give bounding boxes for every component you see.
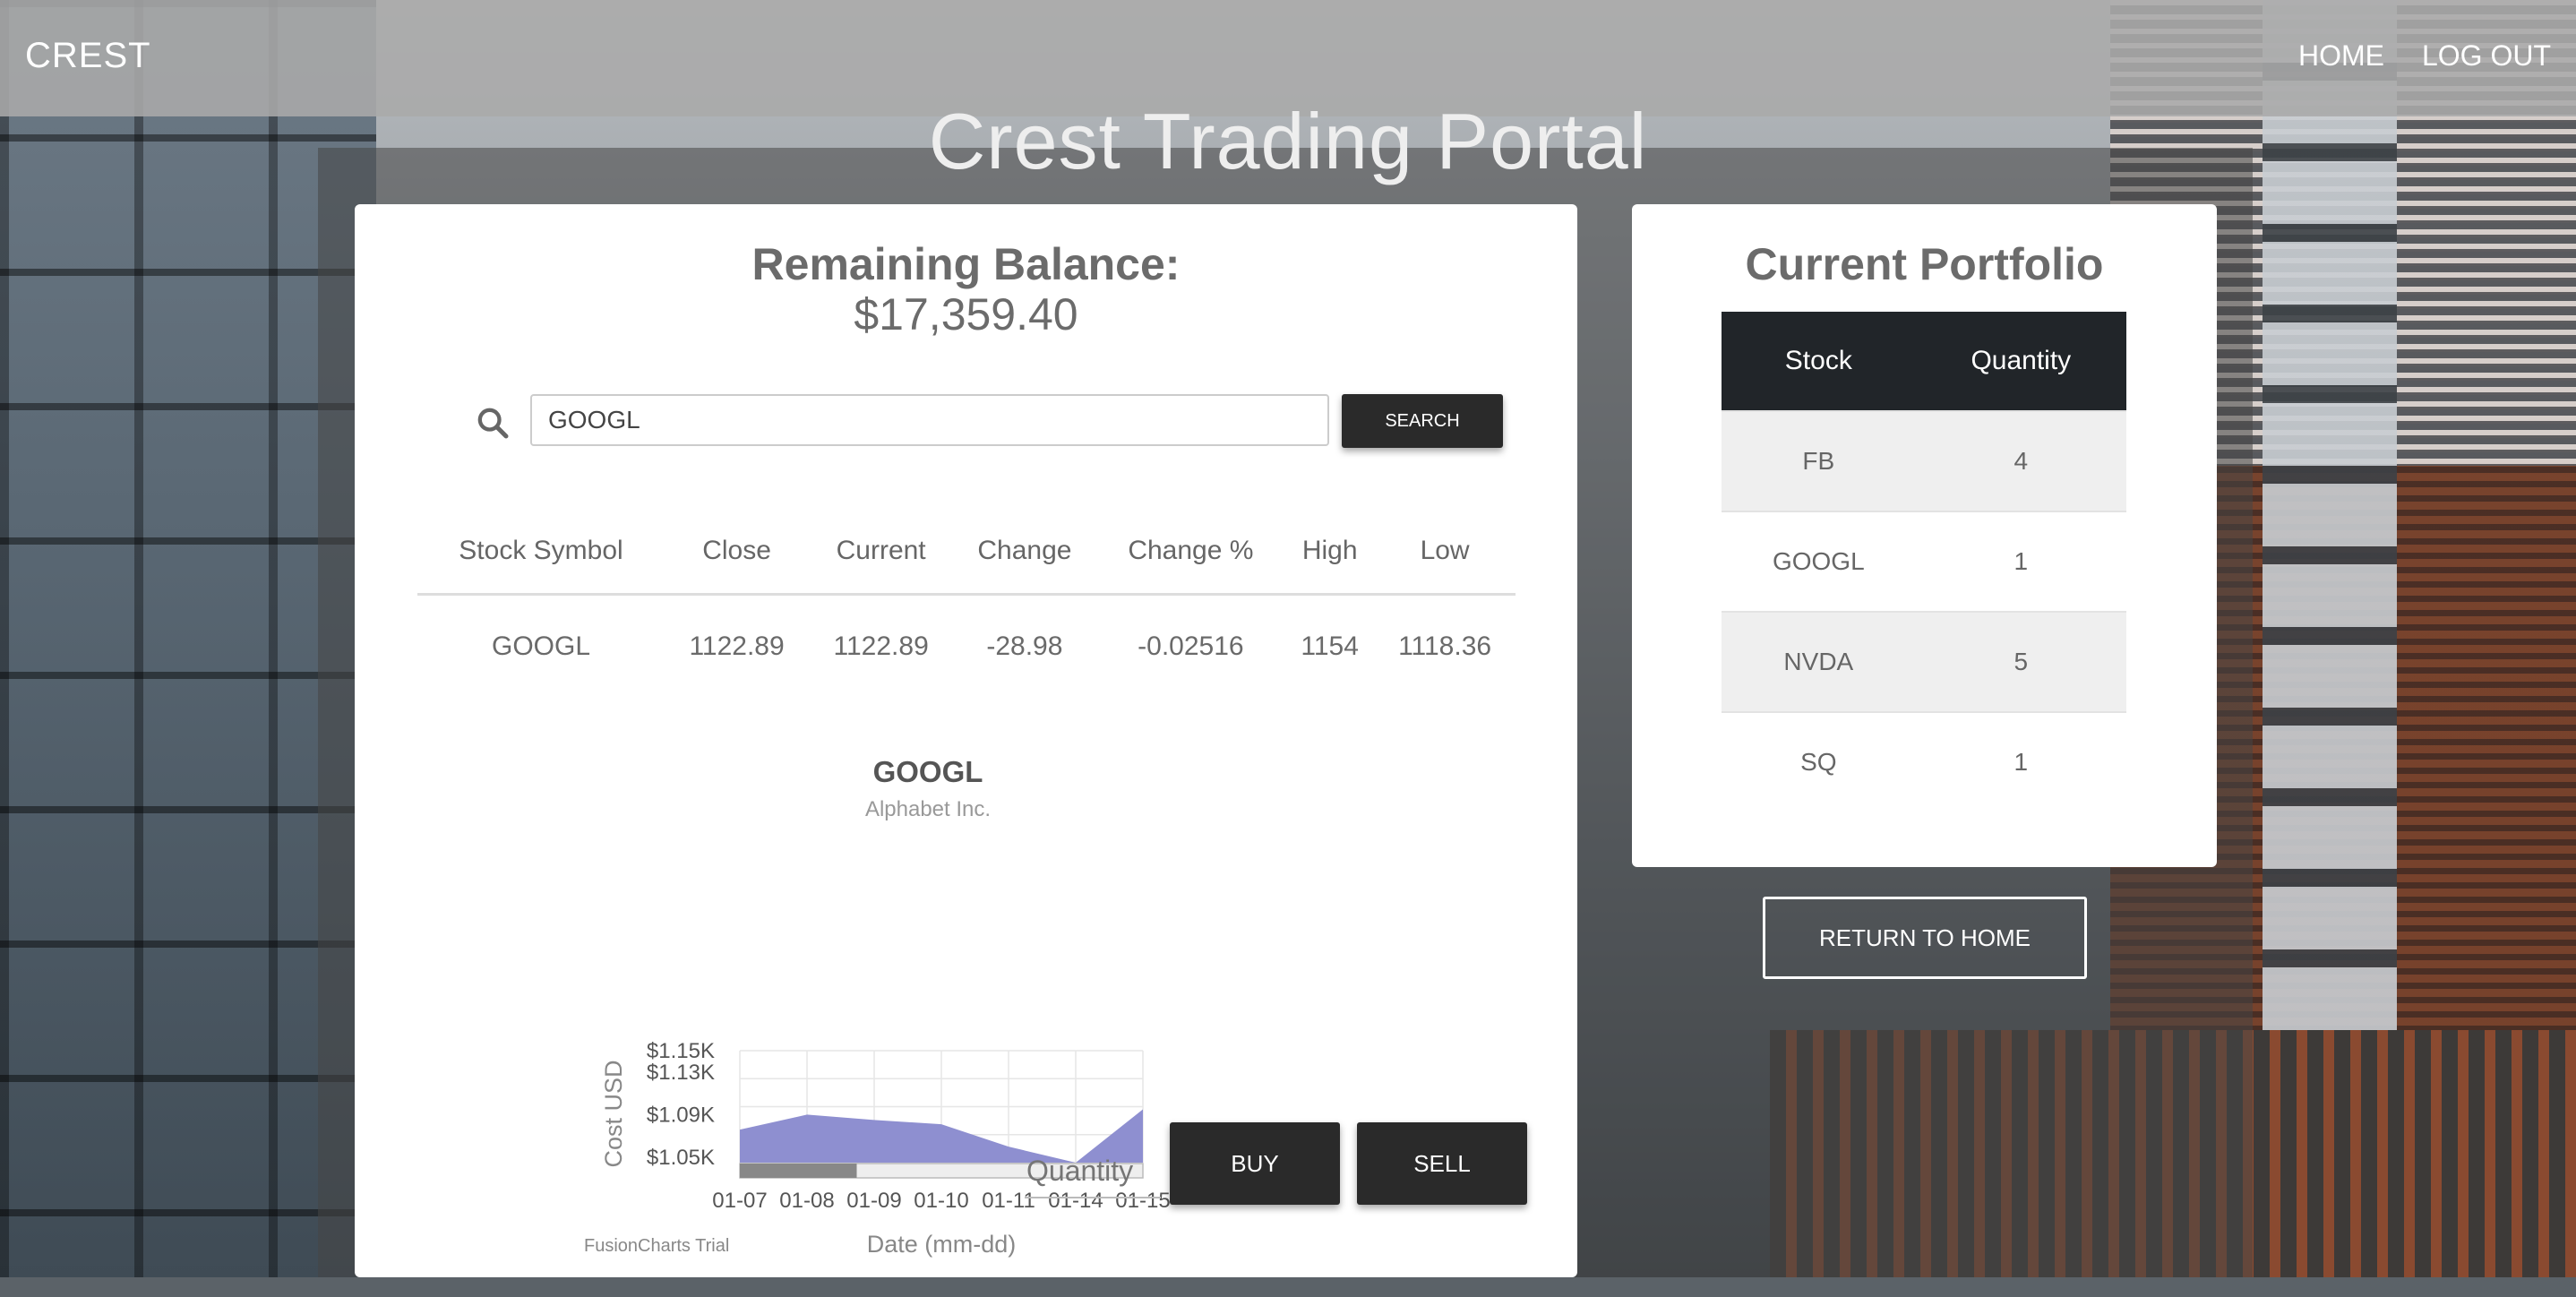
cell-stock: GOOGL (1722, 511, 1916, 612)
y-tick-label: $1.13K (647, 1061, 715, 1085)
column-header: Stock Symbol (417, 509, 665, 596)
cell-close: 1122.89 (689, 631, 785, 661)
chart-watermark: FusionCharts Trial (584, 1236, 730, 1256)
cell-quantity: 1 (1915, 711, 2126, 812)
cell-quantity: 1 (1915, 511, 2126, 612)
x-tick-label: 01-09 (846, 1189, 901, 1213)
column-header: Change (953, 509, 1096, 596)
nav-home-link[interactable]: HOME (2298, 39, 2384, 73)
balance-title: Remaining Balance: (751, 239, 1181, 289)
brand-logo[interactable]: CREST (25, 36, 151, 76)
column-header: Low (1374, 509, 1516, 596)
table-row: FB 4 (1722, 410, 2126, 511)
cell-quantity: 5 (1915, 611, 2126, 712)
cell-stock: FB (1722, 410, 1916, 511)
cell-quantity: 4 (1915, 410, 2126, 511)
sell-button[interactable]: SELL (1357, 1122, 1527, 1205)
portfolio-table: Stock Quantity FB 4 GOOGL 1 NVDA 5 SQ 1 (1722, 312, 2126, 812)
stock-quote-table: Stock Symbol Close Current Change Change… (417, 509, 1516, 698)
y-tick-label: $1.09K (647, 1103, 715, 1127)
table-header-row: Stock Symbol Close Current Change Change… (417, 509, 1516, 596)
table-row: GOOGL 1 (1722, 511, 2126, 612)
trading-card: Remaining Balance: $17,359.40 SEARCH Sto… (355, 204, 1577, 1277)
cell-change: -28.98 (986, 631, 1063, 661)
table-row: NVDA 5 (1722, 611, 2126, 712)
column-header: High (1285, 509, 1375, 596)
x-axis-title: Date (mm-dd) (867, 1231, 1017, 1258)
column-header: Change % (1095, 509, 1286, 596)
nav-links: HOME LOG OUT (2298, 39, 2551, 73)
search-input[interactable] (530, 394, 1329, 446)
portfolio-header-row: Stock Quantity (1722, 312, 2126, 411)
return-home-button[interactable]: RETURN TO HOME (1763, 897, 2087, 979)
balance-value: $17,359.40 (854, 289, 1078, 339)
portfolio-card: Current Portfolio Stock Quantity FB 4 GO… (1632, 204, 2217, 867)
x-tick-label: 01-07 (712, 1189, 767, 1213)
search-icon (477, 408, 509, 439)
column-header-quantity: Quantity (1915, 312, 2126, 411)
table-row: SQ 1 (1722, 711, 2126, 812)
portfolio-title: Current Portfolio (1745, 239, 2104, 289)
buy-button[interactable]: BUY (1170, 1122, 1340, 1205)
nav-logout-link[interactable]: LOG OUT (2422, 39, 2551, 73)
column-header-stock: Stock (1722, 312, 1916, 411)
x-tick-label: 01-10 (914, 1189, 968, 1213)
cell-low: 1118.36 (1398, 631, 1492, 661)
search-button[interactable]: SEARCH (1342, 394, 1503, 448)
y-axis-title: Cost USD (600, 1060, 627, 1167)
cell-stock: SQ (1722, 711, 1916, 812)
cell-stock: NVDA (1722, 611, 1916, 712)
column-header: Current (809, 509, 954, 596)
cell-current: 1122.89 (833, 631, 929, 661)
table-row: GOOGL 1122.89 1122.89 -28.98 -0.02516 11… (417, 595, 1516, 699)
chart-scrollbar-thumb (740, 1164, 857, 1178)
cell-symbol: GOOGL (491, 631, 591, 661)
stock-chart: GOOGL Alphabet Inc. $1.15K $1.13K $1.09K $1… (570, 742, 1286, 1297)
chart-plot[interactable]: $1.15K$1.13K$1.09K$1.05K01-07 01-08 01-09 0… (570, 742, 1286, 1297)
column-header: Close (665, 509, 810, 596)
x-tick-label: 01-08 (779, 1189, 834, 1213)
page-title: Crest Trading Portal (928, 97, 1648, 185)
cell-high: 1154 (1301, 631, 1359, 661)
cell-change-percent: -0.02516 (1138, 631, 1244, 661)
y-tick-label: $1.05K (647, 1146, 715, 1170)
quantity-input[interactable] (1025, 1145, 1161, 1198)
